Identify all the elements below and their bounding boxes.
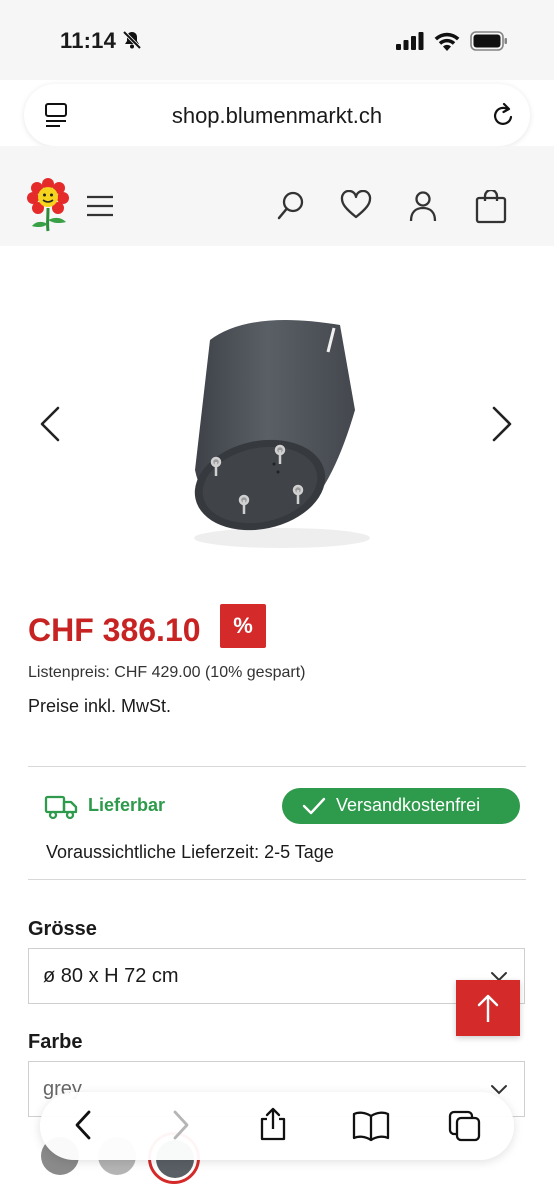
divider bbox=[28, 879, 526, 880]
free-shipping-badge: Versandkostenfrei bbox=[282, 788, 520, 824]
size-select[interactable]: ø 80 x H 72 cm bbox=[28, 948, 525, 1004]
battery-icon bbox=[470, 31, 508, 56]
browser-toolbar bbox=[40, 1092, 514, 1160]
address-bar[interactable]: shop.blumenmarkt.ch bbox=[24, 84, 530, 146]
discount-badge: % bbox=[220, 604, 266, 648]
check-icon bbox=[302, 797, 326, 820]
product-price: CHF 386.10 bbox=[28, 612, 201, 648]
divider bbox=[28, 766, 526, 767]
url-text[interactable]: shop.blumenmarkt.ch bbox=[24, 103, 530, 129]
status-time: 11:14 bbox=[60, 28, 117, 53]
list-price: Listenpreis: CHF 429.00 (10% gespart) bbox=[28, 664, 306, 681]
back-icon[interactable] bbox=[72, 1109, 94, 1146]
free-shipping-label: Versandkostenfrei bbox=[336, 795, 481, 815]
status-bar: 11:14 bbox=[0, 0, 554, 80]
share-icon[interactable] bbox=[258, 1106, 288, 1147]
bell-slash-icon bbox=[122, 30, 142, 55]
scroll-to-top-button[interactable] bbox=[456, 980, 520, 1036]
size-value: ø 80 x H 72 cm bbox=[43, 965, 179, 987]
signal-icon bbox=[396, 32, 424, 55]
availability-status: Lieferbar bbox=[88, 795, 166, 815]
bookmarks-icon[interactable] bbox=[352, 1110, 390, 1147]
heart-icon[interactable] bbox=[340, 189, 372, 225]
search-icon[interactable] bbox=[276, 190, 306, 227]
truck-icon bbox=[44, 794, 78, 825]
forward-icon[interactable] bbox=[170, 1109, 192, 1146]
gallery-prev-arrow[interactable] bbox=[38, 406, 62, 447]
bag-icon[interactable] bbox=[474, 188, 508, 229]
arrow-up-icon bbox=[477, 994, 499, 1022]
menu-icon[interactable] bbox=[86, 194, 114, 223]
wifi-icon bbox=[434, 32, 460, 56]
vat-note: Preise inkl. MwSt. bbox=[28, 696, 172, 716]
flower-logo[interactable] bbox=[26, 178, 70, 237]
gallery-next-arrow[interactable] bbox=[490, 406, 514, 447]
product-image[interactable] bbox=[150, 300, 410, 560]
size-label: Grösse bbox=[28, 918, 97, 940]
color-label: Farbe bbox=[28, 1031, 83, 1053]
user-icon[interactable] bbox=[408, 190, 438, 227]
reload-icon[interactable] bbox=[490, 101, 516, 134]
delivery-time: Voraussichtliche Lieferzeit: 2-5 Tage bbox=[46, 842, 334, 862]
tabs-icon[interactable] bbox=[448, 1110, 482, 1147]
